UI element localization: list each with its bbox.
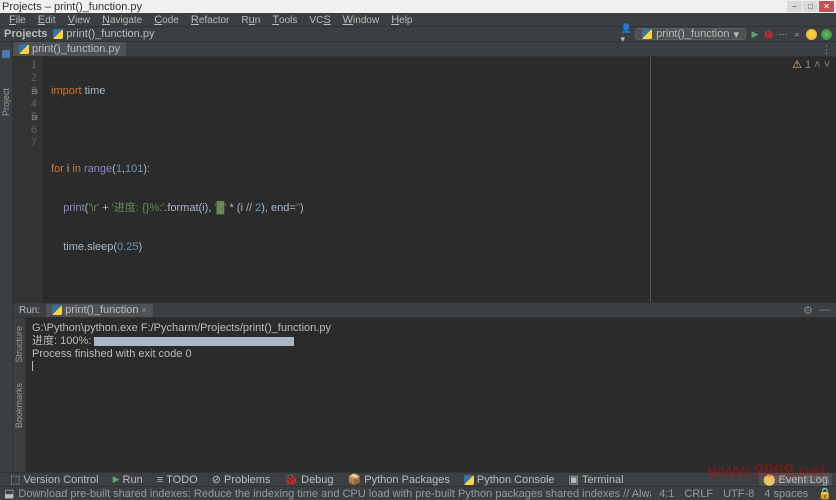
play-icon: ▶ xyxy=(113,474,120,485)
bottom-tool-tabs: ⬚Version Control ▶Run ≡TODO ⊘Problems 🐞D… xyxy=(0,472,836,486)
project-tab[interactable]: Project xyxy=(1,88,11,116)
chevron-up-icon[interactable]: ˄ xyxy=(814,59,820,72)
status-message[interactable]: Download pre-built shared indexes: Reduc… xyxy=(18,488,651,500)
dropdown-icon: ▾ xyxy=(733,28,739,41)
bookmarks-tab[interactable]: Bookmarks xyxy=(14,383,24,428)
window-title: Projects – print()_function.py xyxy=(2,1,787,13)
user-icon[interactable]: 👤▾ xyxy=(621,29,631,39)
bell-icon: ⬤ xyxy=(763,473,775,486)
main-area: Project print()_function.py ⋮ 1 2 3⊟ 4 5… xyxy=(0,42,836,472)
python-icon xyxy=(464,475,474,485)
project-tab-icon[interactable] xyxy=(2,50,10,58)
python-console-tab[interactable]: Python Console xyxy=(458,474,561,486)
python-file-icon xyxy=(53,29,63,39)
menu-navigate[interactable]: Navigate xyxy=(97,14,147,26)
menu-edit[interactable]: Edit xyxy=(33,14,61,26)
more-tabs-icon[interactable]: ⋮ xyxy=(821,43,832,56)
menu-vcs[interactable]: VCS xyxy=(304,14,335,26)
warning-icon: ⚠ xyxy=(792,59,802,72)
run-tab[interactable]: ▶Run xyxy=(107,474,149,486)
more-run-icon[interactable]: ⋯ xyxy=(778,29,788,39)
breadcrumb-file[interactable]: print()_function.py xyxy=(53,28,154,40)
todo-tab[interactable]: ≡TODO xyxy=(151,474,204,486)
search-icon[interactable]: ⌕ xyxy=(792,29,802,39)
inspection-widget[interactable]: ⚠ 1 ˄ ˅ xyxy=(792,59,830,72)
structure-tab[interactable]: Structure xyxy=(14,326,24,363)
editor-tabs: print()_function.py ⋮ xyxy=(13,42,836,57)
vcs-icon: ⬚ xyxy=(10,473,20,486)
maximize-button[interactable]: □ xyxy=(803,1,818,12)
lock-icon[interactable]: 🔒 xyxy=(818,487,832,500)
gutter-line: 6 xyxy=(13,124,37,137)
menubar: File Edit View Navigate Code Refactor Ru… xyxy=(0,13,836,27)
left-tool-tabs: Project xyxy=(0,42,13,472)
editor-area: print()_function.py ⋮ 1 2 3⊟ 4 5⊟ 6 7 im… xyxy=(13,42,836,472)
window-controls: − □ ✕ xyxy=(787,1,834,12)
chevron-down-icon[interactable]: ˅ xyxy=(824,59,830,72)
run-left-tabs: Structure Bookmarks xyxy=(13,318,26,472)
python-packages-tab[interactable]: 📦Python Packages xyxy=(342,473,456,486)
projects-label: Projects xyxy=(4,28,47,40)
toolbar: Projects print()_function.py 👤▾ print()_… xyxy=(0,27,836,42)
python-file-icon xyxy=(19,44,29,54)
gutter-line: 5⊟ xyxy=(13,111,37,124)
menu-view[interactable]: View xyxy=(63,14,95,26)
titlebar: Projects – print()_function.py − □ ✕ xyxy=(0,0,836,13)
encoding[interactable]: UTF-8 xyxy=(723,488,754,500)
ide-status-icon[interactable] xyxy=(821,29,832,40)
indent[interactable]: 4 spaces xyxy=(764,488,808,500)
gutter-line: 2 xyxy=(13,72,37,85)
menu-tools[interactable]: Tools xyxy=(267,14,302,26)
statusbar: ⬓ Download pre-built shared indexes: Red… xyxy=(0,486,836,500)
gutter-line: 4 xyxy=(13,98,37,111)
download-icon[interactable]: ⬓ xyxy=(4,487,14,500)
todo-icon: ≡ xyxy=(157,474,163,486)
run-config-name: print()_function xyxy=(656,28,729,40)
menu-help[interactable]: Help xyxy=(386,14,417,26)
run-button[interactable]: ▶ xyxy=(750,29,760,39)
problems-icon: ⊘ xyxy=(212,473,221,486)
breadcrumb-file-name: print()_function.py xyxy=(66,28,154,40)
minimize-button[interactable]: − xyxy=(787,1,802,12)
code-area[interactable]: import time for i in range(1,101): print… xyxy=(43,57,836,302)
line-separator[interactable]: CRLF xyxy=(684,488,713,500)
close-button[interactable]: ✕ xyxy=(819,1,834,12)
terminal-icon: ▣ xyxy=(569,473,579,486)
cursor xyxy=(32,361,33,371)
warning-count: 1 xyxy=(805,59,811,72)
ide-update-icon[interactable] xyxy=(806,29,817,40)
gutter-line: 1 xyxy=(13,59,37,72)
python-run-icon xyxy=(642,29,652,39)
fold-end-icon[interactable]: ⊟ xyxy=(31,111,38,124)
debug-tab[interactable]: 🐞Debug xyxy=(278,473,339,486)
package-icon: 📦 xyxy=(348,473,362,486)
version-control-tab[interactable]: ⬚Version Control xyxy=(4,473,105,486)
editor-tab[interactable]: print()_function.py xyxy=(13,42,126,56)
debug-button[interactable]: 🐞 xyxy=(764,29,774,39)
menu-refactor[interactable]: Refactor xyxy=(186,14,235,26)
fold-icon[interactable]: ⊟ xyxy=(31,85,38,98)
run-label: Run: xyxy=(19,305,40,316)
gutter-line: 7 xyxy=(13,137,37,150)
run-config-selector[interactable]: print()_function ▾ xyxy=(635,28,746,40)
event-log-button[interactable]: ⬤Event Log xyxy=(759,473,832,486)
menu-file[interactable]: File xyxy=(4,14,31,26)
right-margin xyxy=(650,57,651,302)
bug-icon: 🐞 xyxy=(284,473,298,486)
menu-code[interactable]: Code xyxy=(149,14,184,26)
cursor-position[interactable]: 4:1 xyxy=(659,488,674,500)
terminal-tab[interactable]: ▣Terminal xyxy=(563,473,630,486)
menu-window[interactable]: Window xyxy=(338,14,385,26)
problems-tab[interactable]: ⊘Problems xyxy=(206,473,277,486)
editor-body[interactable]: 1 2 3⊟ 4 5⊟ 6 7 import time for i in ran… xyxy=(13,57,836,302)
gutter-line: 3⊟ xyxy=(13,85,37,98)
menu-run[interactable]: Run xyxy=(236,14,265,26)
gutter: 1 2 3⊟ 4 5⊟ 6 7 xyxy=(13,57,43,302)
editor-tab-name: print()_function.py xyxy=(32,43,120,55)
